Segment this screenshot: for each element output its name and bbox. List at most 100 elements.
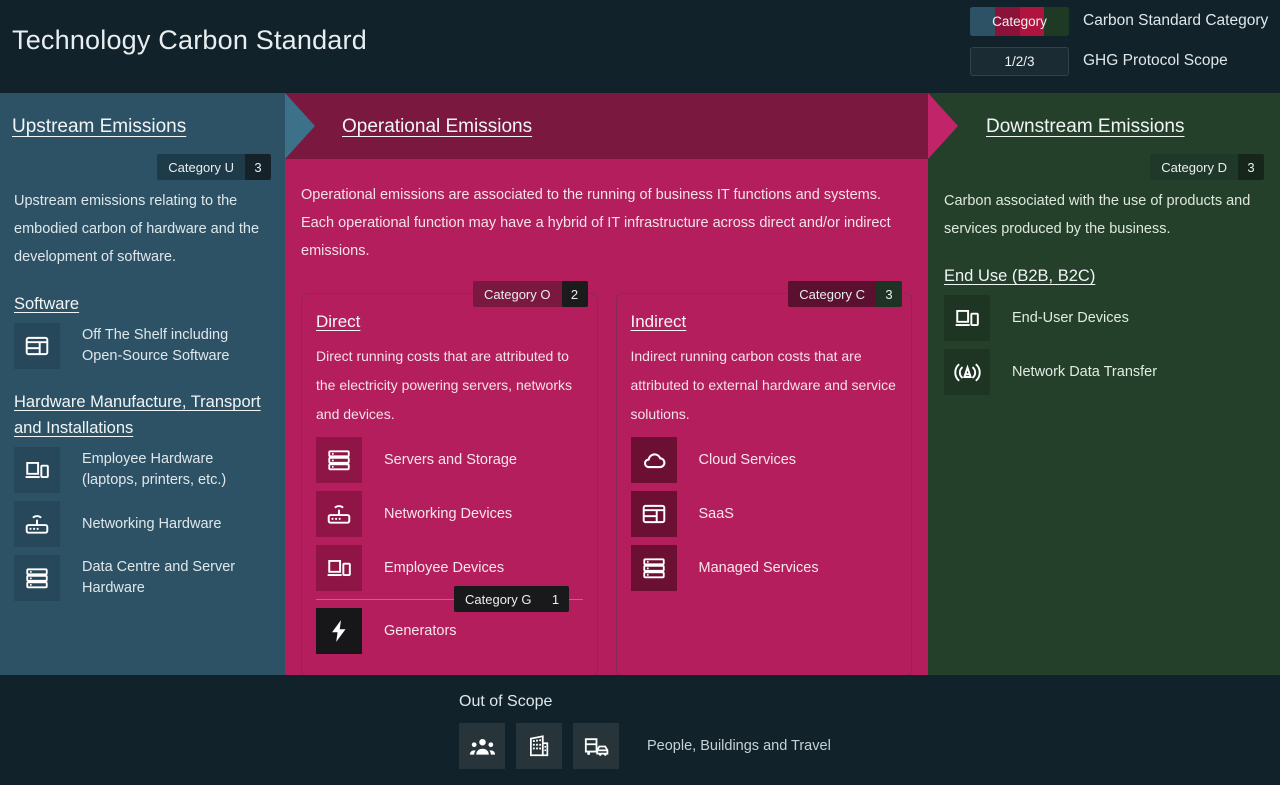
direct-card: Category O 2 Direct Direct running costs… xyxy=(301,281,598,677)
list-item-label: Network Data Transfer xyxy=(1012,363,1158,380)
list-item[interactable]: Generators xyxy=(316,608,583,654)
direct-card-title: Direct xyxy=(316,312,361,331)
out-of-scope-row: People, Buildings and Travel xyxy=(459,723,831,769)
server-rack-icon xyxy=(316,437,362,483)
list-item-label: Employee Devices xyxy=(384,559,505,576)
direct-card-description: Direct running costs that are attributed… xyxy=(316,348,572,422)
legend-category-chip: Category xyxy=(970,6,1069,36)
list-item[interactable]: Employee Hardware (laptops, printers, et… xyxy=(14,447,271,493)
list-item-label: End-User Devices xyxy=(1012,309,1129,326)
indirect-card-items: Cloud Services SaaS Managed Services xyxy=(630,437,898,591)
legend: Category Carbon Standard Category 1/2/3 … xyxy=(970,5,1280,85)
server-rack-icon xyxy=(14,555,60,601)
list-item-label: Networking Devices xyxy=(384,505,513,522)
direct-badge-wrap: Category O 2 xyxy=(473,281,588,307)
app-window-icon xyxy=(14,323,60,369)
legend-category-label: Carbon Standard Category xyxy=(1083,12,1269,29)
operational-description: Operational emissions are associated to … xyxy=(301,187,891,259)
operational-to-downstream-arrow-icon xyxy=(928,93,958,159)
badge-category-o-number: 2 xyxy=(561,281,588,307)
list-item[interactable]: Cloud Services xyxy=(630,437,898,483)
downstream-badge-wrap: Category D 3 xyxy=(1150,154,1264,180)
badge-category-c-number: 3 xyxy=(876,281,902,307)
downstream-body: Category D 3 Carbon associated with the … xyxy=(928,154,1280,395)
list-item-label: Generators xyxy=(384,622,457,639)
laptop-phone-icon xyxy=(316,545,362,591)
router-icon xyxy=(316,491,362,537)
legend-row-category: Category Carbon Standard Category xyxy=(970,5,1280,37)
list-item-label: Servers and Storage xyxy=(384,451,517,468)
badge-category-u-label: Category U xyxy=(157,154,245,180)
list-item[interactable]: Networking Devices xyxy=(316,491,583,537)
lightning-bolt-icon xyxy=(316,608,362,654)
list-item[interactable]: Network Data Transfer xyxy=(944,349,1264,395)
downstream-column: Downstream Emissions Category D 3 Carbon… xyxy=(928,93,1280,675)
upstream-section-software-title: Software xyxy=(14,295,80,313)
router-icon xyxy=(14,501,60,547)
upstream-body: Category U 3 Upstream emissions relating… xyxy=(0,154,285,601)
bus-car-icon xyxy=(573,723,619,769)
generators-badge-wrap: Category G 1 xyxy=(454,586,569,612)
badge-category-o-label: Category O xyxy=(473,281,562,307)
legend-scope-chip: 1/2/3 xyxy=(970,46,1069,76)
list-item-label: Off The Shelf including Open-Source Soft… xyxy=(82,327,230,364)
laptop-phone-icon xyxy=(944,295,990,341)
out-of-scope-title: Out of Scope xyxy=(459,693,553,710)
badge-category-g-label: Category G xyxy=(454,586,543,612)
list-item-label: Employee Hardware (laptops, printers, et… xyxy=(82,451,227,488)
cloud-icon xyxy=(630,437,677,483)
legend-scope-label: GHG Protocol Scope xyxy=(1083,52,1228,69)
list-item-label: Managed Services xyxy=(698,559,819,576)
list-item[interactable]: Data Centre and Server Hardware xyxy=(14,555,271,601)
laptop-phone-icon xyxy=(14,447,60,493)
operational-title: Operational Emissions xyxy=(342,116,533,137)
emissions-board: Upstream Emissions Category U 3 Upstream… xyxy=(0,93,1280,677)
badge-category-c-label: Category C xyxy=(788,281,876,307)
out-of-scope-section: Out of Scope People, Buildings and Trave… xyxy=(0,675,1280,785)
badge-category-d: Category D 3 xyxy=(1150,154,1264,180)
badge-category-u: Category U 3 xyxy=(157,154,271,180)
indirect-card-description: Indirect running carbon costs that are a… xyxy=(630,348,896,422)
people-group-icon xyxy=(459,723,505,769)
badge-category-c: Category C 3 xyxy=(788,281,902,307)
indirect-card-title: Indirect xyxy=(630,312,687,331)
upstream-header: Upstream Emissions xyxy=(0,93,285,159)
list-item[interactable]: Managed Services xyxy=(630,545,898,591)
app-window-icon xyxy=(630,491,677,537)
list-item[interactable]: SaaS xyxy=(630,491,898,537)
badge-category-d-number: 3 xyxy=(1238,154,1264,180)
generators-block: Category G 1 Generators xyxy=(316,586,583,654)
operational-column: Operational Emissions Operational emissi… xyxy=(285,93,928,677)
legend-row-scope: 1/2/3 GHG Protocol Scope xyxy=(970,45,1280,77)
technology-carbon-standard-page: Technology Carbon Standard Category Carb… xyxy=(0,0,1280,785)
upstream-column: Upstream Emissions Category U 3 Upstream… xyxy=(0,93,285,675)
list-item-label: SaaS xyxy=(698,505,734,522)
badge-category-g: Category G 1 xyxy=(454,586,569,612)
upstream-badge-wrap: Category U 3 xyxy=(157,154,271,180)
indirect-card: Category C 3 Indirect Indirect running c… xyxy=(615,281,912,677)
downstream-title: Downstream Emissions xyxy=(986,116,1185,137)
broadcast-antenna-icon xyxy=(944,349,990,395)
out-of-scope-label: People, Buildings and Travel xyxy=(647,738,831,754)
list-item[interactable]: End-User Devices xyxy=(944,295,1264,341)
operational-subcards: Category O 2 Direct Direct running costs… xyxy=(301,281,912,677)
page-header: Technology Carbon Standard Category Carb… xyxy=(0,0,1280,93)
list-item-label: Cloud Services xyxy=(698,451,797,468)
list-item-label: Data Centre and Server Hardware xyxy=(82,559,236,596)
badge-category-o: Category O 2 xyxy=(473,281,588,307)
list-item[interactable]: Off The Shelf including Open-Source Soft… xyxy=(14,323,271,369)
page-title: Technology Carbon Standard xyxy=(12,25,367,55)
badge-category-u-number: 3 xyxy=(245,154,271,180)
list-item[interactable]: Employee Devices xyxy=(316,545,583,591)
badge-category-d-label: Category D xyxy=(1150,154,1238,180)
upstream-title: Upstream Emissions xyxy=(12,116,187,137)
indirect-badge-wrap: Category C 3 xyxy=(788,281,902,307)
downstream-header: Downstream Emissions xyxy=(928,93,1280,159)
upstream-section-hardware-title: Hardware Manufacture, Transport and Inst… xyxy=(14,393,261,437)
server-rack-icon xyxy=(630,545,677,591)
list-item[interactable]: Networking Hardware xyxy=(14,501,271,547)
operational-body: Operational emissions are associated to … xyxy=(285,159,928,677)
building-icon xyxy=(516,723,562,769)
list-item[interactable]: Servers and Storage xyxy=(316,437,583,483)
direct-card-items: Servers and Storage Networking Devices E… xyxy=(316,437,583,654)
